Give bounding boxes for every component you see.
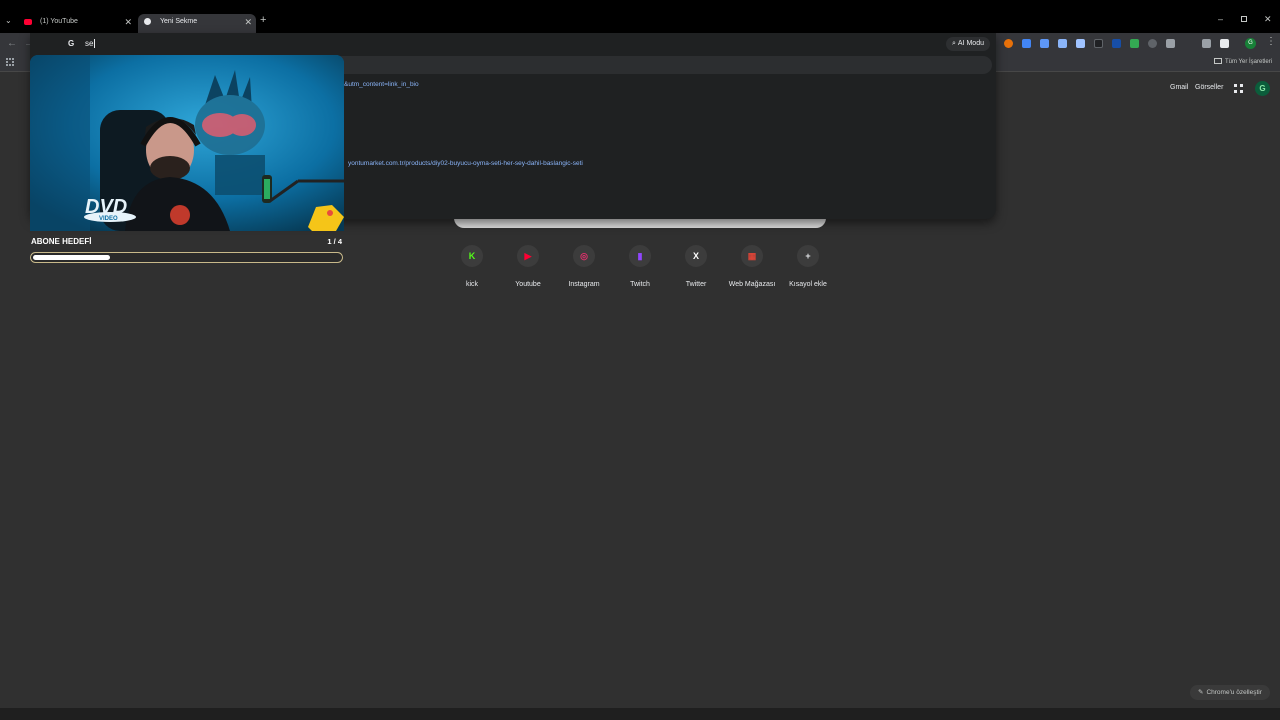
google-account-avatar[interactable]: G xyxy=(1255,81,1270,96)
tab-title: Yeni Sekme xyxy=(160,18,198,25)
goal-progress-fill xyxy=(33,255,111,260)
shortcut-k-sayol-ekle[interactable]: + Kısayol ekle xyxy=(780,245,836,295)
tab-new-tab[interactable]: Yeni Sekme ✕ xyxy=(138,14,256,33)
goal-progress-bar xyxy=(30,252,343,263)
tab-strip: ⌄ (1) YouTube ✕ Yeni Sekme ✕ + – ✕ xyxy=(0,0,1280,33)
omnibox-query: se xyxy=(85,39,94,48)
shortcut-icon-circle: K xyxy=(461,245,483,267)
suggestion-item[interactable]: &utm_content=link_in_bio xyxy=(344,81,419,88)
customize-chrome-label: Chrome'u özelleştir xyxy=(1206,689,1262,696)
chrome-menu-button[interactable]: ⋮ xyxy=(1266,36,1276,47)
folder-icon xyxy=(1214,58,1222,64)
webcam-overlay: DVD VIDEO xyxy=(30,55,344,231)
youtube-icon xyxy=(24,19,32,25)
youtube-icon: ▶ xyxy=(524,251,532,261)
close-window-button[interactable]: ✕ xyxy=(1264,14,1272,25)
plus-icon: + xyxy=(805,251,811,261)
omnibox-input[interactable]: G se xyxy=(60,38,990,52)
shortcut-icon-circle: ◎ xyxy=(573,245,595,267)
webstore-icon: ▦ xyxy=(747,251,757,261)
images-link[interactable]: Görseller xyxy=(1195,84,1223,91)
new-tab-button[interactable]: + xyxy=(260,14,266,26)
shortcut-label: Web Mağazası xyxy=(728,281,776,288)
tab-search-button[interactable]: ⌄ xyxy=(5,16,12,25)
shortcut-icon-circle: ▮ xyxy=(629,245,651,267)
shortcut-twitter[interactable]: X Twitter xyxy=(668,245,724,295)
goal-label: ABONE HEDEFİ xyxy=(31,237,92,246)
minimize-button[interactable]: – xyxy=(1218,14,1223,24)
shortcut-web-ma-azas-[interactable]: ▦ Web Mağazası xyxy=(724,245,780,295)
customize-chrome-button[interactable]: ✎ Chrome'u özelleştir xyxy=(1190,685,1270,700)
close-tab-icon[interactable]: ✕ xyxy=(124,14,132,30)
pencil-icon: ✎ xyxy=(1198,689,1204,696)
shortcut-icon-circle: X xyxy=(685,245,707,267)
tab-youtube[interactable]: (1) YouTube ✕ xyxy=(18,14,136,33)
extension-icon[interactable] xyxy=(1022,39,1031,48)
tab-title: (1) YouTube xyxy=(40,18,78,25)
ai-mode-label: AI Modu xyxy=(957,40,984,47)
apps-grid-icon[interactable] xyxy=(6,58,14,66)
shortcut-youtube[interactable]: ▶ Youtube xyxy=(500,245,556,295)
goal-count: 1 / 4 xyxy=(327,237,342,246)
shortcut-kick[interactable]: Kkick xyxy=(444,245,500,295)
twitch-icon: ▮ xyxy=(637,251,643,261)
extension-icon[interactable] xyxy=(1130,39,1139,48)
extension-icon[interactable] xyxy=(1094,39,1103,48)
extension-icon[interactable] xyxy=(1148,39,1157,48)
all-bookmarks-label: Tüm Yer İşaretleri xyxy=(1225,59,1273,65)
extension-icon[interactable] xyxy=(1166,39,1175,48)
shortcut-icon-circle: ▶ xyxy=(517,245,539,267)
gmail-link[interactable]: Gmail xyxy=(1170,84,1188,91)
webcam-image: DVD VIDEO xyxy=(30,55,344,231)
instagram-icon: ◎ xyxy=(580,251,588,261)
chrome-icon xyxy=(144,18,151,25)
bottom-strip xyxy=(0,708,1280,720)
extension-icon[interactable] xyxy=(1076,39,1085,48)
ai-mode-button[interactable]: ⌕ AI Modu xyxy=(946,37,990,51)
shortcut-instagram[interactable]: ◎ Instagram xyxy=(556,245,612,295)
shortcut-label: Instagram xyxy=(568,281,600,288)
shortcut-icon-circle: ▦ xyxy=(741,245,763,267)
profile-avatar[interactable]: G xyxy=(1245,38,1256,49)
shortcut-label: kick xyxy=(465,281,479,288)
shortcut-label: Twitch xyxy=(630,281,650,288)
x-icon: X xyxy=(692,251,699,261)
kick-icon: K xyxy=(468,251,476,261)
maximize-button[interactable] xyxy=(1241,16,1247,22)
google-g-icon: G xyxy=(68,39,75,48)
extension-icon[interactable] xyxy=(1040,39,1049,48)
close-tab-icon[interactable]: ✕ xyxy=(244,14,252,30)
shortcut-icon-circle: + xyxy=(797,245,819,267)
all-bookmarks-button[interactable]: Tüm Yer İşaretleri xyxy=(1214,58,1272,65)
extension-icon[interactable] xyxy=(1058,39,1067,48)
text-cursor xyxy=(94,39,95,48)
svg-text:VIDEO: VIDEO xyxy=(99,216,118,222)
shortcut-label: Youtube xyxy=(515,281,541,288)
extensions-puzzle-icon[interactable] xyxy=(1220,39,1229,48)
media-controls-icon[interactable] xyxy=(1202,39,1211,48)
google-apps-icon[interactable] xyxy=(1234,84,1243,93)
suggestion-item[interactable]: yontumarket.com.tr/products/diy02-buyucu… xyxy=(348,160,583,167)
shortcut-twitch[interactable]: ▮ Twitch xyxy=(612,245,668,295)
extension-icon[interactable] xyxy=(1112,39,1121,48)
extension-icon[interactable] xyxy=(1004,39,1013,48)
back-button[interactable]: ← xyxy=(5,37,19,51)
shortcut-label: Kısayol ekle xyxy=(789,281,827,288)
shortcut-label: Twitter xyxy=(685,281,707,288)
ai-search-icon: ⌕ xyxy=(952,40,956,47)
